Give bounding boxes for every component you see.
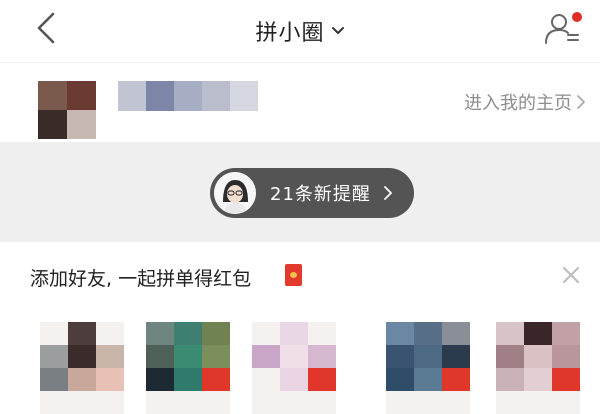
top-nav-bar: 拼小圈 (0, 0, 600, 62)
avatar-pixel (252, 368, 280, 391)
avatar-pixel (96, 322, 124, 345)
name-pixel (118, 81, 146, 111)
suggested-friend-avatar[interactable] (40, 322, 124, 414)
avatar-pixel (414, 368, 442, 391)
reminder-count-label: 21条新提醒 (270, 184, 371, 205)
avatar-pixel (252, 345, 280, 368)
avatar-pixel (442, 368, 470, 391)
avatar-pixel (40, 345, 68, 368)
user-name-blurred (118, 81, 258, 111)
avatar-pixel (386, 368, 414, 391)
avatar-pixel (280, 368, 308, 391)
profile-row[interactable]: 进入我的主页 (0, 62, 600, 143)
avatar-pixel (308, 345, 336, 368)
avatar-pixel (146, 345, 174, 368)
avatar[interactable] (38, 81, 96, 139)
suggested-friends-list (0, 312, 600, 414)
avatar-pixel (524, 345, 552, 368)
avatar-pixel (174, 322, 202, 345)
avatar-pixel (386, 345, 414, 368)
avatar-pixel (202, 368, 230, 391)
my-homepage-label: 进入我的主页 (464, 93, 572, 114)
add-friends-title: 添加好友, 一起拼单得红包 (30, 268, 252, 290)
chevron-right-icon (383, 185, 393, 201)
avatar-pixel (67, 110, 96, 139)
avatar-pixel (38, 81, 67, 110)
new-reminders-button[interactable]: 21条新提醒 (210, 168, 414, 218)
avatar-pixel (524, 368, 552, 391)
avatar-pixel (252, 322, 280, 345)
circle-selector[interactable]: 拼小圈 (0, 0, 600, 62)
avatar-pixel (442, 322, 470, 345)
name-pixel (174, 81, 202, 111)
avatar-pixel (40, 322, 68, 345)
avatar-pixel (280, 345, 308, 368)
avatar-pixel (68, 345, 96, 368)
avatar-pixel (552, 345, 580, 368)
chevron-right-icon (577, 95, 585, 109)
avatar-pixel (308, 368, 336, 391)
name-pixel (146, 81, 174, 111)
avatar-pixel (68, 368, 96, 391)
page-title: 拼小圈 (255, 21, 325, 46)
suggested-friend-avatar[interactable] (386, 322, 470, 414)
avatar-pixel (146, 368, 174, 391)
add-friends-banner: 添加好友, 一起拼单得红包 (0, 242, 600, 312)
suggested-friend-avatar[interactable] (146, 322, 230, 414)
name-pixel (202, 81, 230, 111)
suggested-friend-avatar[interactable] (252, 322, 336, 414)
user-list-button[interactable] (542, 8, 582, 48)
avatar-pixel (280, 322, 308, 345)
avatar-pixel (524, 322, 552, 345)
avatar-pixel (202, 322, 230, 345)
avatar-pixel (496, 368, 524, 391)
close-banner-button[interactable] (556, 260, 586, 290)
my-homepage-link[interactable]: 进入我的主页 (464, 89, 586, 115)
avatar-pixel (174, 368, 202, 391)
avatar-pixel (496, 322, 524, 345)
avatar-pixel (308, 322, 336, 345)
avatar-pixel (68, 322, 96, 345)
avatar-pixel (146, 322, 174, 345)
suggested-friend-avatar[interactable] (496, 322, 580, 414)
avatar-pixel (96, 345, 124, 368)
avatar-pixel (386, 322, 414, 345)
chevron-down-icon (331, 26, 345, 36)
avatar-pixel (40, 368, 68, 391)
avatar-pixel (38, 110, 67, 139)
avatar-pixel (67, 81, 96, 110)
avatar-pixel (442, 345, 470, 368)
avatar-pixel (202, 345, 230, 368)
reminder-avatar (214, 172, 256, 214)
name-pixel (230, 81, 258, 111)
close-icon (563, 267, 579, 283)
notification-dot (572, 12, 582, 22)
avatar-pixel (174, 345, 202, 368)
avatar-pixel (552, 322, 580, 345)
avatar-pixel (414, 322, 442, 345)
avatar-pixel (496, 345, 524, 368)
avatar-pixel (414, 345, 442, 368)
avatar-pixel (96, 368, 124, 391)
avatar-pixel (552, 368, 580, 391)
red-packet-icon (285, 264, 302, 286)
